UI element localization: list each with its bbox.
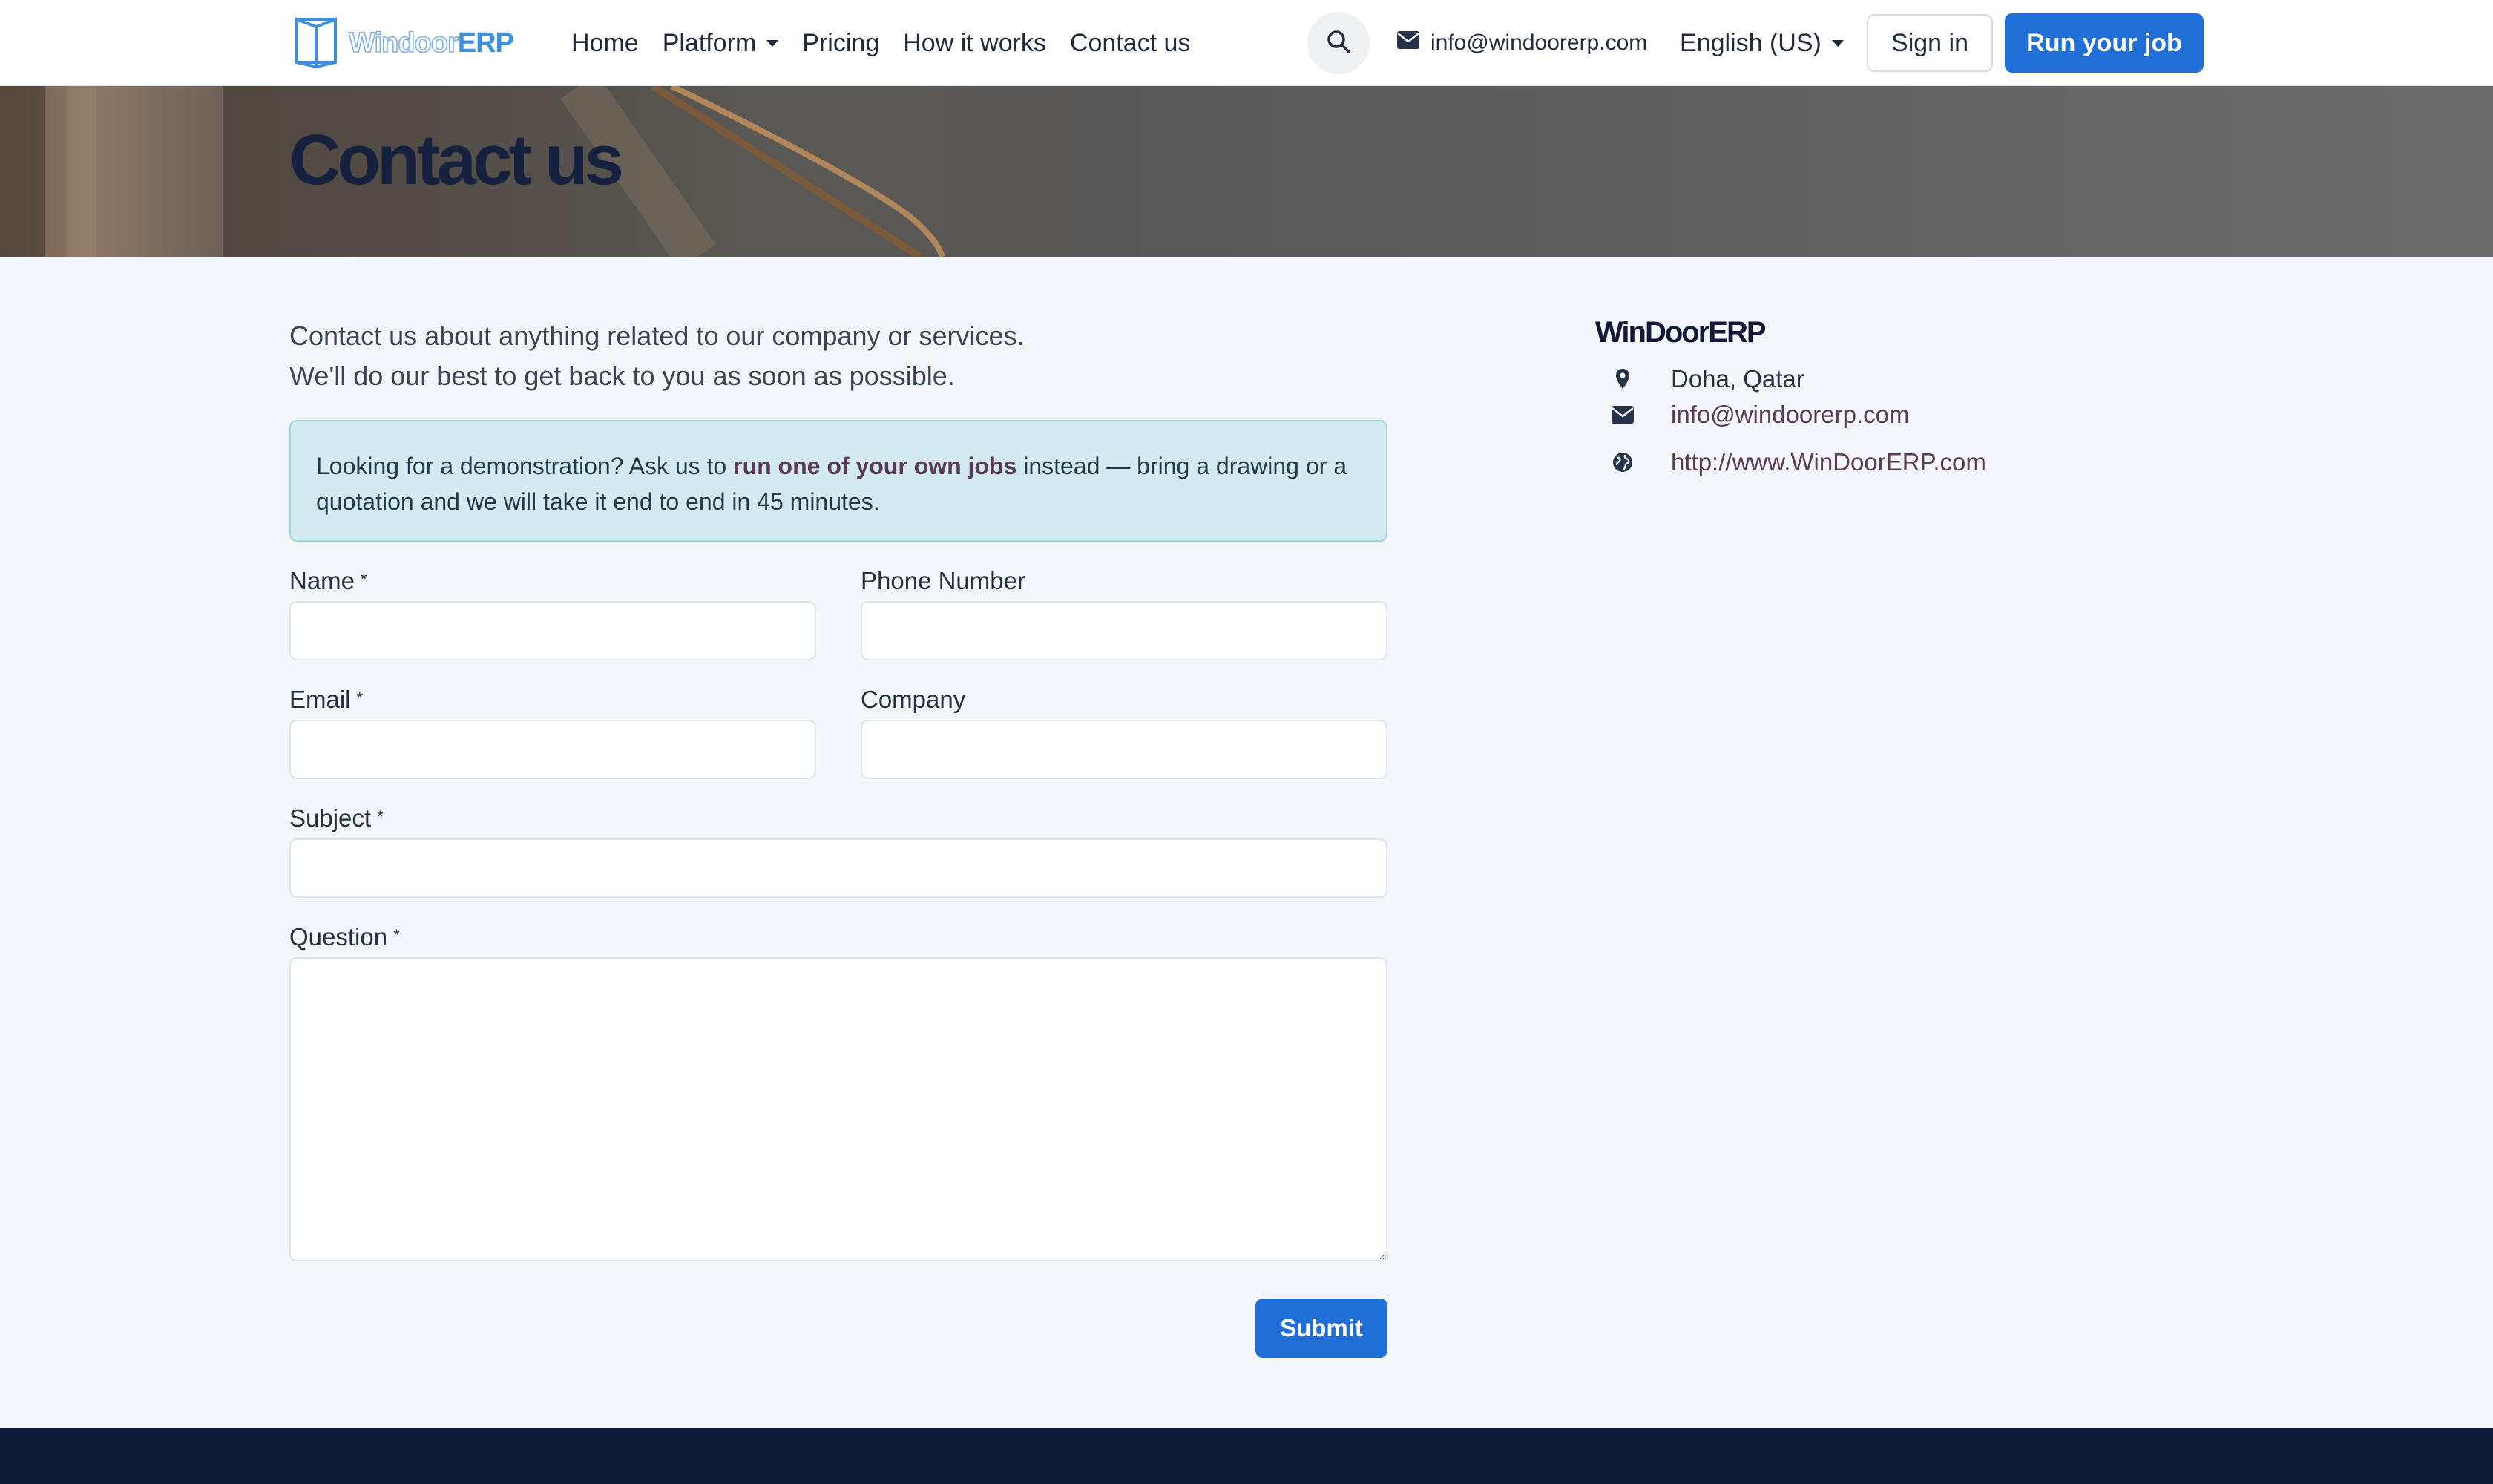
footer bbox=[0, 1428, 2493, 1484]
hero-banner: Contact us bbox=[0, 86, 2493, 257]
demo-info-alert: Looking for a demonstration? Ask us to r… bbox=[289, 420, 1387, 542]
language-label: English (US) bbox=[1680, 28, 1822, 57]
company-name: WinDoorERP bbox=[1595, 316, 1767, 349]
subject-field[interactable] bbox=[289, 838, 1387, 898]
page-title: Contact us bbox=[289, 120, 624, 200]
name-label: Name * bbox=[289, 567, 367, 595]
phone-field[interactable] bbox=[861, 601, 1387, 660]
question-label-text: Question bbox=[289, 923, 388, 951]
name-label-text: Name bbox=[289, 567, 355, 594]
caret-down-icon bbox=[766, 39, 779, 47]
nav-pricing[interactable]: Pricing bbox=[802, 29, 879, 58]
required-mark: * bbox=[361, 570, 367, 588]
sign-in-button[interactable]: Sign in bbox=[1867, 14, 1993, 72]
intro-text: Contact us about anything related to our… bbox=[289, 316, 1025, 396]
nav-platform-label: Platform bbox=[662, 28, 757, 57]
email-label-text: Email bbox=[289, 686, 351, 713]
nav-platform-dropdown[interactable]: Platform bbox=[663, 29, 779, 58]
company-field[interactable] bbox=[861, 720, 1387, 779]
subject-label: Subject * bbox=[289, 804, 384, 833]
intro-line-2: We'll do our best to get back to you as … bbox=[289, 361, 955, 391]
run-your-job-button[interactable]: Run your job bbox=[2005, 13, 2204, 73]
question-textarea[interactable] bbox=[289, 957, 1387, 1261]
email-row: info@windoorerp.com bbox=[1610, 401, 1909, 429]
submit-button[interactable]: Submit bbox=[1255, 1298, 1387, 1358]
email-label: Email * bbox=[289, 686, 363, 714]
top-navbar: WindoorERP Home Platform Pricing How it … bbox=[0, 0, 2493, 86]
search-button[interactable] bbox=[1307, 12, 1370, 74]
company-email-link[interactable]: info@windoorerp.com bbox=[1671, 401, 1909, 429]
nav-contact-us[interactable]: Contact us bbox=[1070, 29, 1191, 58]
nav-home[interactable]: Home bbox=[571, 29, 639, 58]
company-label: Company bbox=[861, 686, 966, 713]
caret-down-icon bbox=[1831, 39, 1844, 47]
website-row: http://www.WinDoorERP.com bbox=[1610, 448, 1986, 476]
language-selector[interactable]: English (US) bbox=[1680, 0, 1844, 86]
nav-email-text: info@windoorerp.com bbox=[1431, 30, 1648, 55]
brand-name: WindoorERP bbox=[348, 27, 514, 59]
nav-how-it-works[interactable]: How it works bbox=[903, 29, 1046, 58]
required-mark: * bbox=[377, 807, 384, 826]
question-label: Question * bbox=[289, 923, 400, 951]
envelope-icon bbox=[1396, 30, 1431, 56]
address-row: Doha, Qatar bbox=[1610, 365, 1804, 393]
subject-label-text: Subject bbox=[289, 804, 372, 832]
brand-name-part2: ERP bbox=[457, 27, 514, 59]
email-field[interactable] bbox=[289, 720, 816, 779]
envelope-icon bbox=[1610, 405, 1635, 424]
intro-line-1: Contact us about anything related to our… bbox=[289, 321, 1025, 351]
required-mark: * bbox=[393, 926, 400, 945]
nav-email-link[interactable]: info@windoorerp.com bbox=[1396, 0, 1647, 86]
search-icon bbox=[1326, 29, 1351, 58]
globe-icon bbox=[1610, 451, 1635, 473]
run-own-jobs-link[interactable]: run one of your own jobs bbox=[733, 453, 1016, 479]
main-nav: Home Platform Pricing How it works Conta… bbox=[571, 0, 1190, 86]
company-address: Doha, Qatar bbox=[1671, 365, 1804, 393]
brand-name-part1: Windoor bbox=[348, 27, 459, 59]
phone-label: Phone Number bbox=[861, 567, 1025, 594]
alert-text-before: Looking for a demonstration? Ask us to bbox=[316, 453, 734, 479]
company-website-link[interactable]: http://www.WinDoorERP.com bbox=[1671, 448, 1986, 476]
brand-logo[interactable]: WindoorERP bbox=[294, 15, 514, 71]
name-field[interactable] bbox=[289, 601, 816, 660]
window-logo-icon bbox=[294, 16, 338, 70]
required-mark: * bbox=[356, 689, 364, 707]
map-marker-icon bbox=[1610, 368, 1635, 390]
